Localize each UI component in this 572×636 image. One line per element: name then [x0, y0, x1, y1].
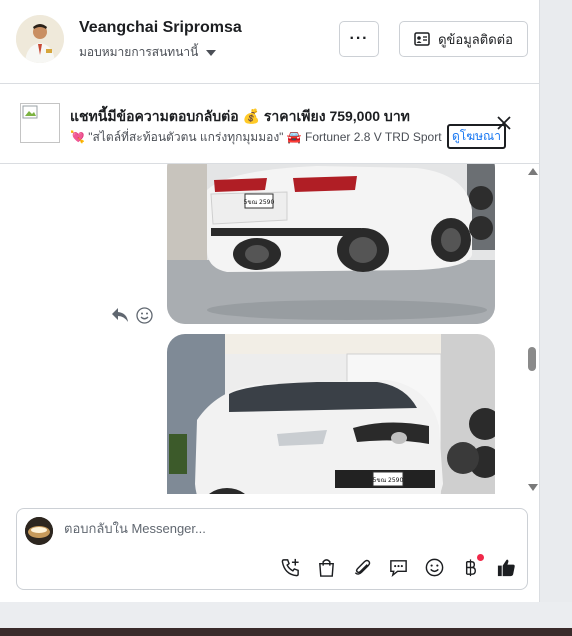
message-thread[interactable]: 5ขณ 2590 5ขณ 2590 — [0, 164, 540, 494]
page-name: Veangchai Sripromsa — [79, 19, 242, 36]
ad-thumbnail[interactable] — [20, 103, 60, 143]
assign-conversation-dropdown[interactable]: มอบหมายการสนทนานี้ — [79, 43, 217, 62]
assign-label: มอบหมายการสนทนานี้ — [79, 45, 199, 59]
scroll-down-arrow-icon[interactable] — [528, 484, 538, 491]
thumbs-up-icon — [497, 559, 515, 576]
payment-button[interactable] — [458, 554, 484, 579]
chat-panel: Veangchai Sripromsa มอบหมายการสนทนานี้ ·… — [0, 0, 540, 602]
more-options-button[interactable]: ··· — [339, 21, 379, 57]
license-plate-text: 5ขณ 2590 — [373, 477, 404, 484]
saved-replies-button[interactable] — [386, 555, 410, 579]
shop-button[interactable] — [314, 555, 338, 579]
smiley-icon — [425, 558, 443, 576]
notification-dot — [477, 554, 484, 561]
call-add-icon — [281, 558, 299, 576]
page-avatar[interactable] — [16, 15, 64, 63]
call-add-button[interactable] — [278, 555, 302, 579]
ad-subtitle: 💘 "สไตล์ที่สะท้อนตัวตน แกร่งทุกมุมมอง" 🚘… — [70, 130, 442, 144]
more-options-label: ··· — [349, 30, 369, 47]
chat-bubble-icon — [389, 559, 407, 577]
view-contact-button[interactable]: ดูข้อมูลติดต่อ — [399, 21, 528, 57]
reply-input[interactable] — [64, 521, 504, 536]
message-photo[interactable]: 5ขณ 2590 — [167, 334, 495, 494]
shopping-bag-icon — [318, 558, 334, 577]
reply-icon[interactable] — [110, 306, 130, 324]
like-button[interactable] — [494, 555, 518, 579]
view-contact-label: ดูข้อมูลติดต่อ — [438, 31, 513, 47]
caret-down-icon — [206, 49, 217, 56]
message-photo[interactable]: 5ขณ 2590 — [167, 164, 495, 324]
thread-scrollbar[interactable] — [524, 164, 540, 494]
close-icon[interactable] — [495, 114, 513, 132]
smiley-icon[interactable] — [136, 307, 153, 324]
emoji-button[interactable] — [422, 555, 446, 579]
license-plate-text: 5ขณ 2590 — [244, 199, 275, 206]
taskbar-edge — [0, 628, 572, 636]
scroll-up-arrow-icon[interactable] — [528, 168, 538, 175]
contact-card-icon — [414, 32, 430, 46]
scroll-thumb[interactable] — [528, 347, 536, 371]
composer-avatar — [25, 517, 53, 545]
paperclip-icon — [354, 559, 370, 575]
attach-button[interactable] — [350, 555, 374, 579]
message-composer — [16, 508, 528, 590]
ad-title: แชทนี้มีข้อความตอบกลับต่อ 💰 ราคาเพียง 75… — [70, 108, 410, 124]
chat-header: Veangchai Sripromsa มอบหมายการสนทนานี้ ·… — [0, 0, 540, 84]
ad-context-banner: แชทนี้มีข้อความตอบกลับต่อ 💰 ราคาเพียง 75… — [0, 84, 540, 164]
